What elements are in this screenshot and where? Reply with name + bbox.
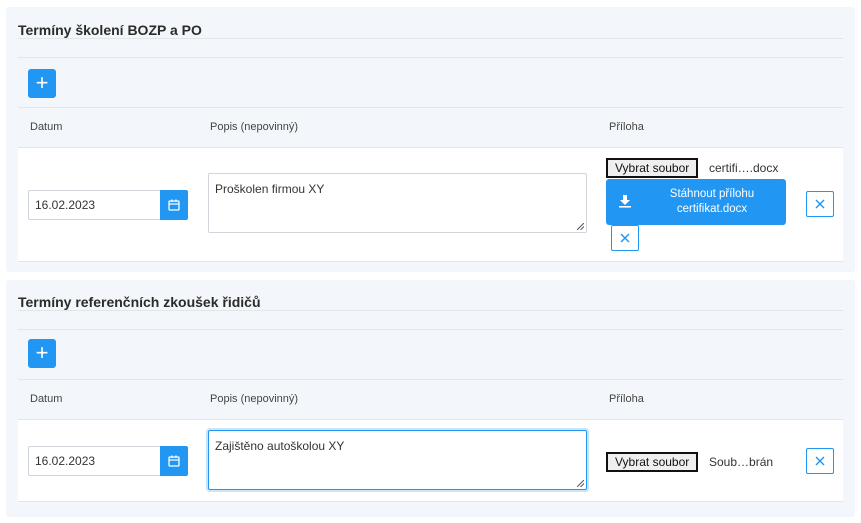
calendar-icon (168, 455, 180, 467)
date-input[interactable] (28, 446, 160, 476)
remove-row-button[interactable] (806, 448, 834, 474)
close-icon (620, 233, 630, 243)
plus-icon: + (35, 340, 49, 365)
column-header-description: Popis (nepovinný) (210, 393, 299, 405)
add-row-button[interactable]: + (28, 339, 56, 368)
remove-row-button[interactable] (806, 191, 834, 217)
close-icon (815, 456, 825, 466)
date-input[interactable] (28, 190, 160, 220)
table-header: Datum Popis (nepovinný) Příloha (18, 379, 843, 419)
column-header-date: Datum (30, 121, 63, 133)
description-text: Proškolen firmou XY (215, 182, 325, 196)
column-header-attachment: Příloha (609, 121, 644, 133)
close-icon (815, 199, 825, 209)
file-name: certifi….docx (709, 161, 779, 175)
download-icon (619, 195, 631, 208)
calendar-icon (168, 199, 180, 211)
download-attachment-button[interactable]: Stáhnout přílohu certifikat.docx (606, 179, 786, 225)
calendar-button[interactable] (160, 190, 188, 220)
column-header-date: Datum (30, 393, 63, 405)
section-driver-tests: Termíny referenčních zkoušek řidičů + Da… (6, 280, 855, 517)
table-row: Proškolen firmou XY Vybrat soubor certif… (18, 147, 843, 262)
description-textarea[interactable]: Proškolen firmou XY (208, 173, 587, 233)
file-name: Soub…brán (709, 455, 774, 469)
table-header: Datum Popis (nepovinný) Příloha (18, 107, 843, 147)
resize-handle-icon[interactable] (577, 480, 584, 487)
description-textarea[interactable]: Zajištěno autoškolou XY (208, 430, 587, 490)
remove-attachment-button[interactable] (611, 225, 639, 251)
divider (18, 329, 843, 330)
divider (18, 38, 843, 39)
download-label: Stáhnout přílohu certifikat.docx (669, 188, 755, 215)
column-header-description: Popis (nepovinný) (210, 121, 299, 133)
section-title: Termíny referenčních zkoušek řidičů (18, 294, 261, 310)
table-row: Zajištěno autoškolou XY Vybrat soubor So… (18, 419, 843, 502)
calendar-button[interactable] (160, 446, 188, 476)
divider (18, 57, 843, 58)
section-bozp: Termíny školení BOZP a PO + Datum Popis … (6, 7, 855, 272)
plus-icon: + (35, 70, 49, 95)
description-text: Zajištěno autoškolou XY (215, 439, 345, 453)
choose-file-button[interactable]: Vybrat soubor (606, 452, 699, 472)
column-header-attachment: Příloha (609, 393, 644, 405)
add-row-button[interactable]: + (28, 69, 56, 98)
divider (18, 310, 843, 311)
resize-handle-icon[interactable] (577, 223, 584, 230)
section-title: Termíny školení BOZP a PO (18, 22, 202, 38)
choose-file-button[interactable]: Vybrat soubor (606, 158, 699, 178)
